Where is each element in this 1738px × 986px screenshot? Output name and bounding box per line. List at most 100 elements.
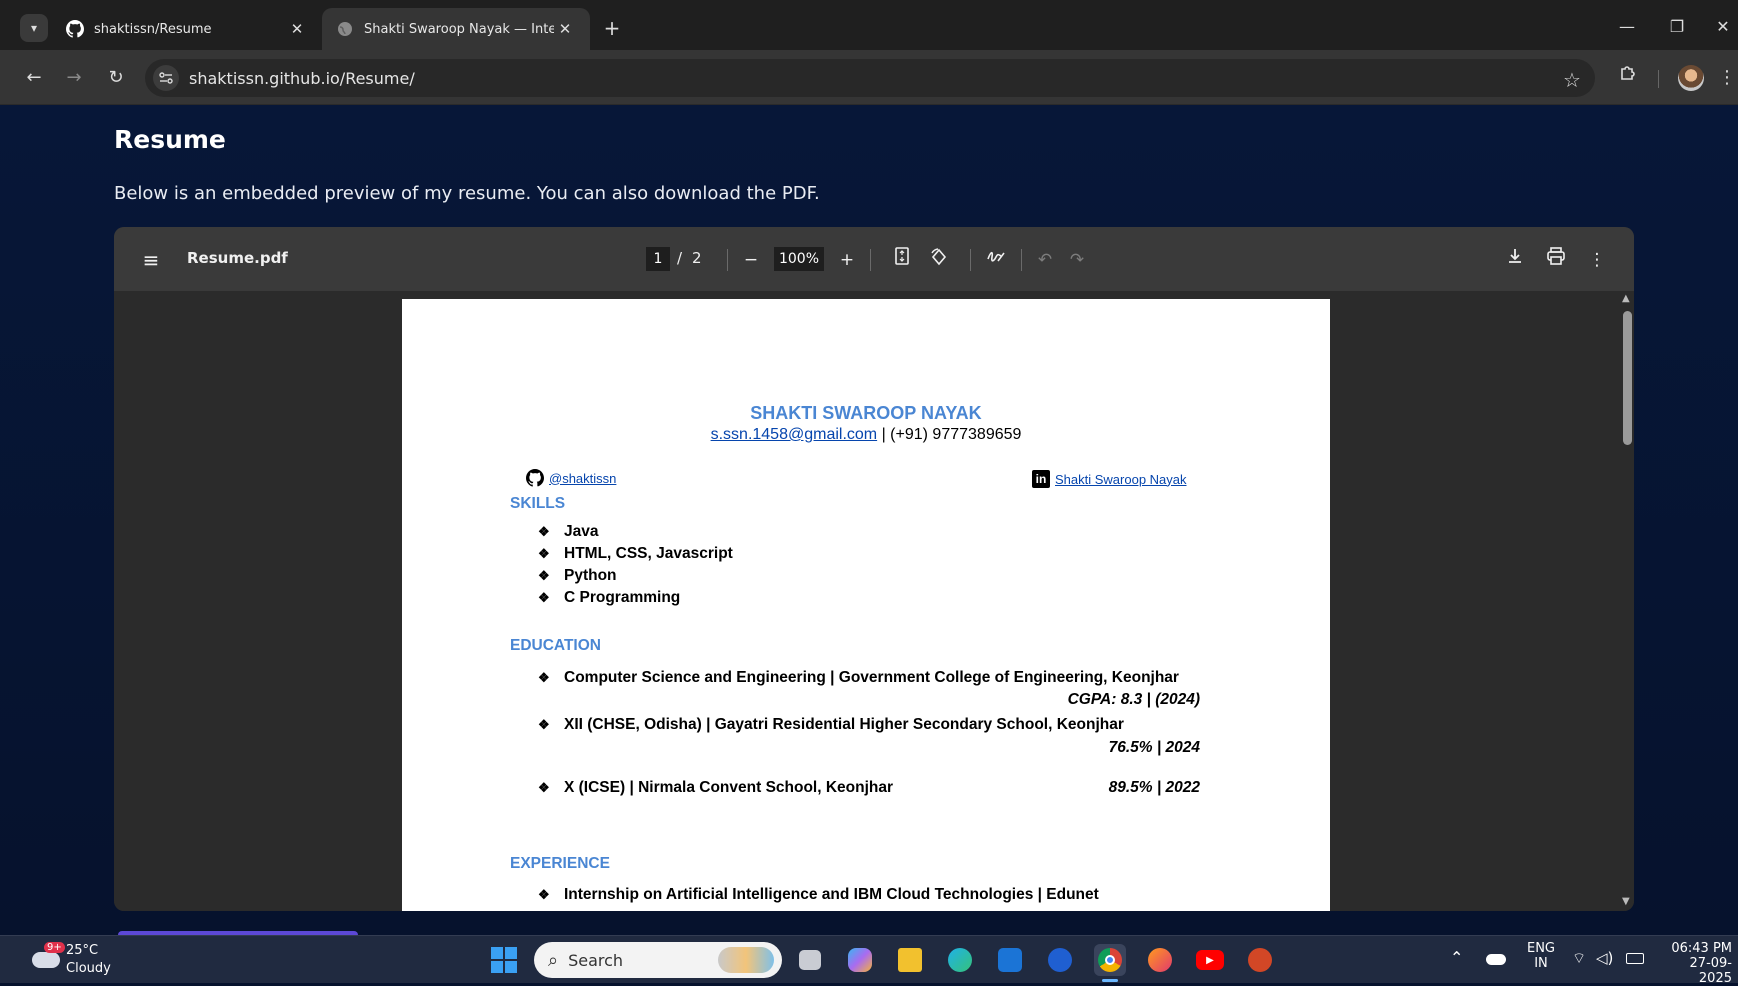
youtube-button[interactable]: ▶ [1194,944,1226,976]
download-icon [1506,249,1524,270]
browser-menu-button[interactable]: ⋮ [1716,62,1738,94]
pdf-more-button[interactable]: ⋮ [1584,247,1610,273]
clock-date: 27-09-2025 [1689,956,1732,986]
list-item: ❖ Internship on Artificial Intelligence a… [538,886,1099,903]
close-icon[interactable]: ✕ [286,20,308,38]
back-button[interactable]: ← [18,62,50,94]
outlook-button[interactable] [994,944,1026,976]
linkedin-icon: in [1032,470,1050,488]
reload-button[interactable]: ↻ [100,62,132,94]
scroll-up-icon[interactable]: ▲ [1622,293,1630,304]
zoom-out-button[interactable]: − [738,247,764,273]
tab-search-button[interactable]: ▾ [20,14,48,42]
tab-resume[interactable]: Shakti Swaroop Nayak — Intera ✕ [322,8,590,50]
bullet-icon: ❖ [538,524,550,539]
pdf-document-area[interactable]: SHAKTI SWAROOP NAYAK s.ssn.1458@gmail.co… [114,291,1634,911]
extensions-button[interactable] [1612,62,1644,94]
print-button[interactable] [1543,247,1569,273]
file-explorer-button[interactable] [894,944,926,976]
site-info-icon[interactable] [153,65,179,91]
plus-icon: + [603,16,621,40]
forward-button[interactable]: → [58,62,90,94]
phone-text: | (+91) 9777389659 [881,426,1022,443]
clock-time: 06:43 PM [1671,941,1732,956]
redo-button[interactable]: ↷ [1064,247,1090,273]
pdf-toolbar: ≡ Resume.pdf 1 / 2 − 100% + ↶ ↷ ⋮ [114,227,1634,291]
scrollbar-thumb[interactable] [1623,311,1632,445]
undo-button[interactable]: ↶ [1032,247,1058,273]
close-window-button[interactable]: ✕ [1700,12,1738,42]
weather-temp: 25°C [66,943,99,958]
page-description: Below is an embedded preview of my resum… [114,183,820,204]
onedrive-icon[interactable] [1486,954,1506,965]
start-button[interactable] [488,944,520,976]
scroll-down-icon[interactable]: ▼ [1622,896,1630,907]
language-indicator[interactable]: ENG IN [1524,941,1558,971]
task-view-button[interactable] [794,944,826,976]
zoom-in-button[interactable]: + [834,247,860,273]
bullet-icon: ❖ [538,568,550,583]
search-placeholder: Search [568,950,624,970]
minimize-button[interactable]: — [1604,12,1650,42]
pen-icon [986,250,1006,270]
tab-github[interactable]: shaktissn/Resume ✕ [52,8,322,50]
windows-icon [491,947,517,973]
bookmark-button[interactable]: ☆ [1556,64,1588,96]
zoom-input[interactable]: 100% [774,247,824,271]
reload-icon: ↻ [108,67,124,88]
copilot-button[interactable] [844,944,876,976]
cloud-icon [32,952,60,968]
page-number-input[interactable]: 1 [646,247,670,271]
clock[interactable]: 06:43 PM 27-09-2025 [1660,941,1732,986]
arrow-right-icon: → [66,67,82,88]
pdf-menu-button[interactable]: ≡ [138,247,164,273]
printer-icon [1546,247,1566,270]
volume-icon[interactable]: ◁) [1596,949,1613,967]
toolbar-divider [727,249,728,271]
skills-heading: SKILLS [510,495,566,512]
address-bar[interactable]: shaktissn.github.io/Resume/ [145,59,1595,97]
rotate-button[interactable] [926,247,952,273]
profile-avatar[interactable] [1678,65,1704,91]
powerpoint-button[interactable] [1244,944,1276,976]
new-tab-button[interactable]: + [598,14,626,42]
puzzle-icon [1618,66,1638,88]
more-vertical-icon: ⋮ [1718,67,1736,88]
email-link[interactable]: s.ssn.1458@gmail.com [711,426,878,443]
lang-bottom: IN [1534,956,1548,971]
chrome-button[interactable] [1094,944,1126,976]
active-app-indicator [1102,979,1118,982]
experience-heading: EXPERIENCE [510,855,610,872]
url-text: shaktissn.github.io/Resume/ [189,68,415,88]
pdf-scrollbar[interactable]: ▲ ▼ [1620,293,1634,909]
toolbar-divider [1658,70,1659,88]
tray-overflow-icon[interactable]: ⌃ [1450,948,1463,967]
lang-top: ENG [1526,941,1555,956]
github-link-row: @shaktissn [526,469,616,487]
weather-badge: 9+ [44,942,65,953]
pdf-filename: Resume.pdf [187,249,288,267]
fit-page-button[interactable] [889,247,915,273]
restore-button[interactable]: ❐ [1654,12,1700,42]
hp-button[interactable] [1044,944,1076,976]
undo-icon: ↶ [1037,250,1053,270]
linkedin-link[interactable]: Shakti Swaroop Nayak [1055,472,1187,487]
draw-button[interactable] [983,247,1009,273]
edge-button[interactable] [944,944,976,976]
minus-icon: − [743,250,759,270]
bullet-icon: ❖ [538,717,550,732]
weather-widget[interactable]: 9+ 25°C Cloudy [30,942,130,978]
download-button[interactable] [1502,247,1528,273]
bullet-icon: ❖ [538,590,550,605]
firefox-button[interactable] [1144,944,1176,976]
copilot-icon [848,948,872,972]
star-icon: ☆ [1563,68,1581,92]
battery-icon[interactable] [1626,953,1644,964]
wifi-icon[interactable]: ⌔ [1572,949,1586,968]
taskbar-search[interactable]: ⌕ Search [534,942,782,978]
github-link[interactable]: @shaktissn [549,471,616,486]
close-icon[interactable]: ✕ [554,20,576,38]
search-highlight-icon [718,947,774,973]
plus-icon: + [839,250,855,270]
rotate-icon [929,248,949,272]
